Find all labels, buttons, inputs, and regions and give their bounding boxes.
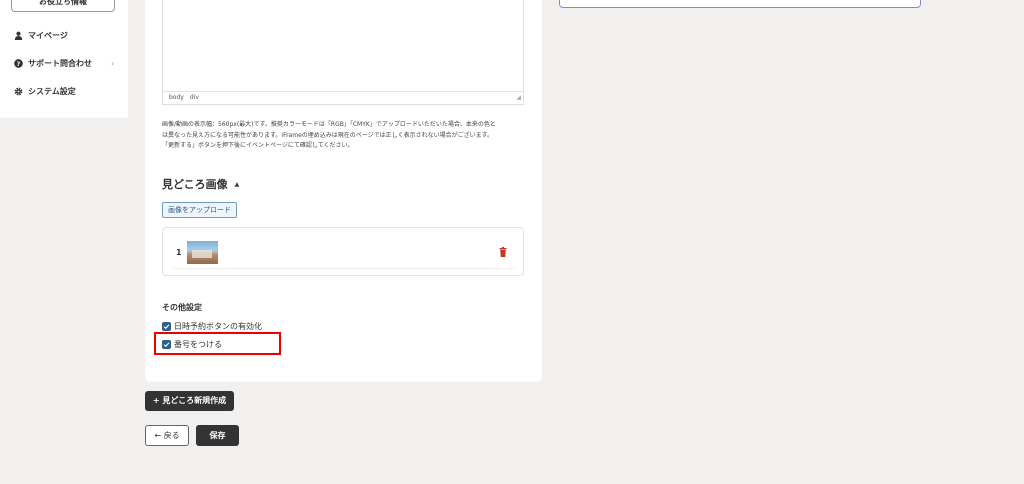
- checkbox-checked[interactable]: [162, 322, 171, 331]
- note-line: 「更新する」ボタンを押下後にイベントページにて確認してください。: [162, 142, 354, 149]
- save-button[interactable]: 保存: [196, 425, 239, 446]
- resize-handle-icon[interactable]: ◢: [516, 92, 521, 103]
- check-icon: [163, 324, 170, 330]
- sidebar: お役立ち情報 マイページ ? サポート問合わせ › システム設定: [0, 0, 128, 118]
- new-highlight-button[interactable]: + 見どころ新規作成: [145, 391, 234, 411]
- highlight-box: [154, 332, 281, 355]
- row-divider: [173, 268, 515, 269]
- rich-text-editor[interactable]: body div ◢: [162, 0, 524, 105]
- sidebar-item-support[interactable]: ? サポート問合わせ: [14, 56, 92, 70]
- upload-image-button[interactable]: 画像をアップロード: [162, 202, 237, 218]
- svg-text:?: ?: [17, 60, 21, 67]
- media-note: 画像/動画の表示幅：560px(最大)です。推奨カラーモードは「RGB」「CMY…: [162, 120, 524, 152]
- editor-status-bar: body div ◢: [163, 91, 523, 104]
- image-number: 1: [176, 248, 182, 257]
- note-line: は異なった見え方になる可能性があります。iFrameの埋め込みは現在のページでは…: [162, 131, 494, 139]
- sidebar-item-label: マイページ: [28, 30, 68, 40]
- section-title-text: 見どころ画像: [162, 178, 228, 191]
- chevron-right-icon: ›: [111, 59, 115, 68]
- reservation-button-toggle[interactable]: 日時予約ボタンの有効化: [162, 321, 262, 332]
- tips-button[interactable]: お役立ち情報: [11, 0, 115, 12]
- preview-panel: [559, 0, 921, 8]
- caret-up-icon[interactable]: ▲: [235, 181, 240, 188]
- image-list: 1: [162, 227, 524, 276]
- note-line: 画像/動画の表示幅：560px(最大)です。推奨カラーモードは「RGB」「CMY…: [162, 121, 496, 128]
- trash-icon[interactable]: [499, 247, 507, 257]
- editor-path-body[interactable]: body: [169, 94, 184, 101]
- back-button[interactable]: ← 戻る: [145, 425, 189, 446]
- other-settings-title: その他設定: [162, 303, 202, 312]
- sidebar-item-label: サポート問合わせ: [28, 58, 92, 68]
- checkbox-label: 日時予約ボタンの有効化: [174, 322, 262, 331]
- gear-icon: [14, 87, 23, 95]
- sidebar-item-mypage[interactable]: マイページ: [14, 28, 68, 42]
- sidebar-item-label: システム設定: [28, 86, 76, 96]
- highlights-section-title[interactable]: 見どころ画像 ▲: [162, 176, 239, 192]
- editor-path-div[interactable]: div: [190, 94, 199, 101]
- sidebar-item-system-settings[interactable]: システム設定: [14, 84, 76, 98]
- question-circle-icon: ?: [14, 58, 23, 67]
- event-edit-card: body div ◢ 画像/動画の表示幅：560px(最大)です。推奨カラーモード…: [145, 0, 542, 382]
- user-icon: [14, 31, 23, 40]
- image-thumbnail[interactable]: [187, 241, 218, 264]
